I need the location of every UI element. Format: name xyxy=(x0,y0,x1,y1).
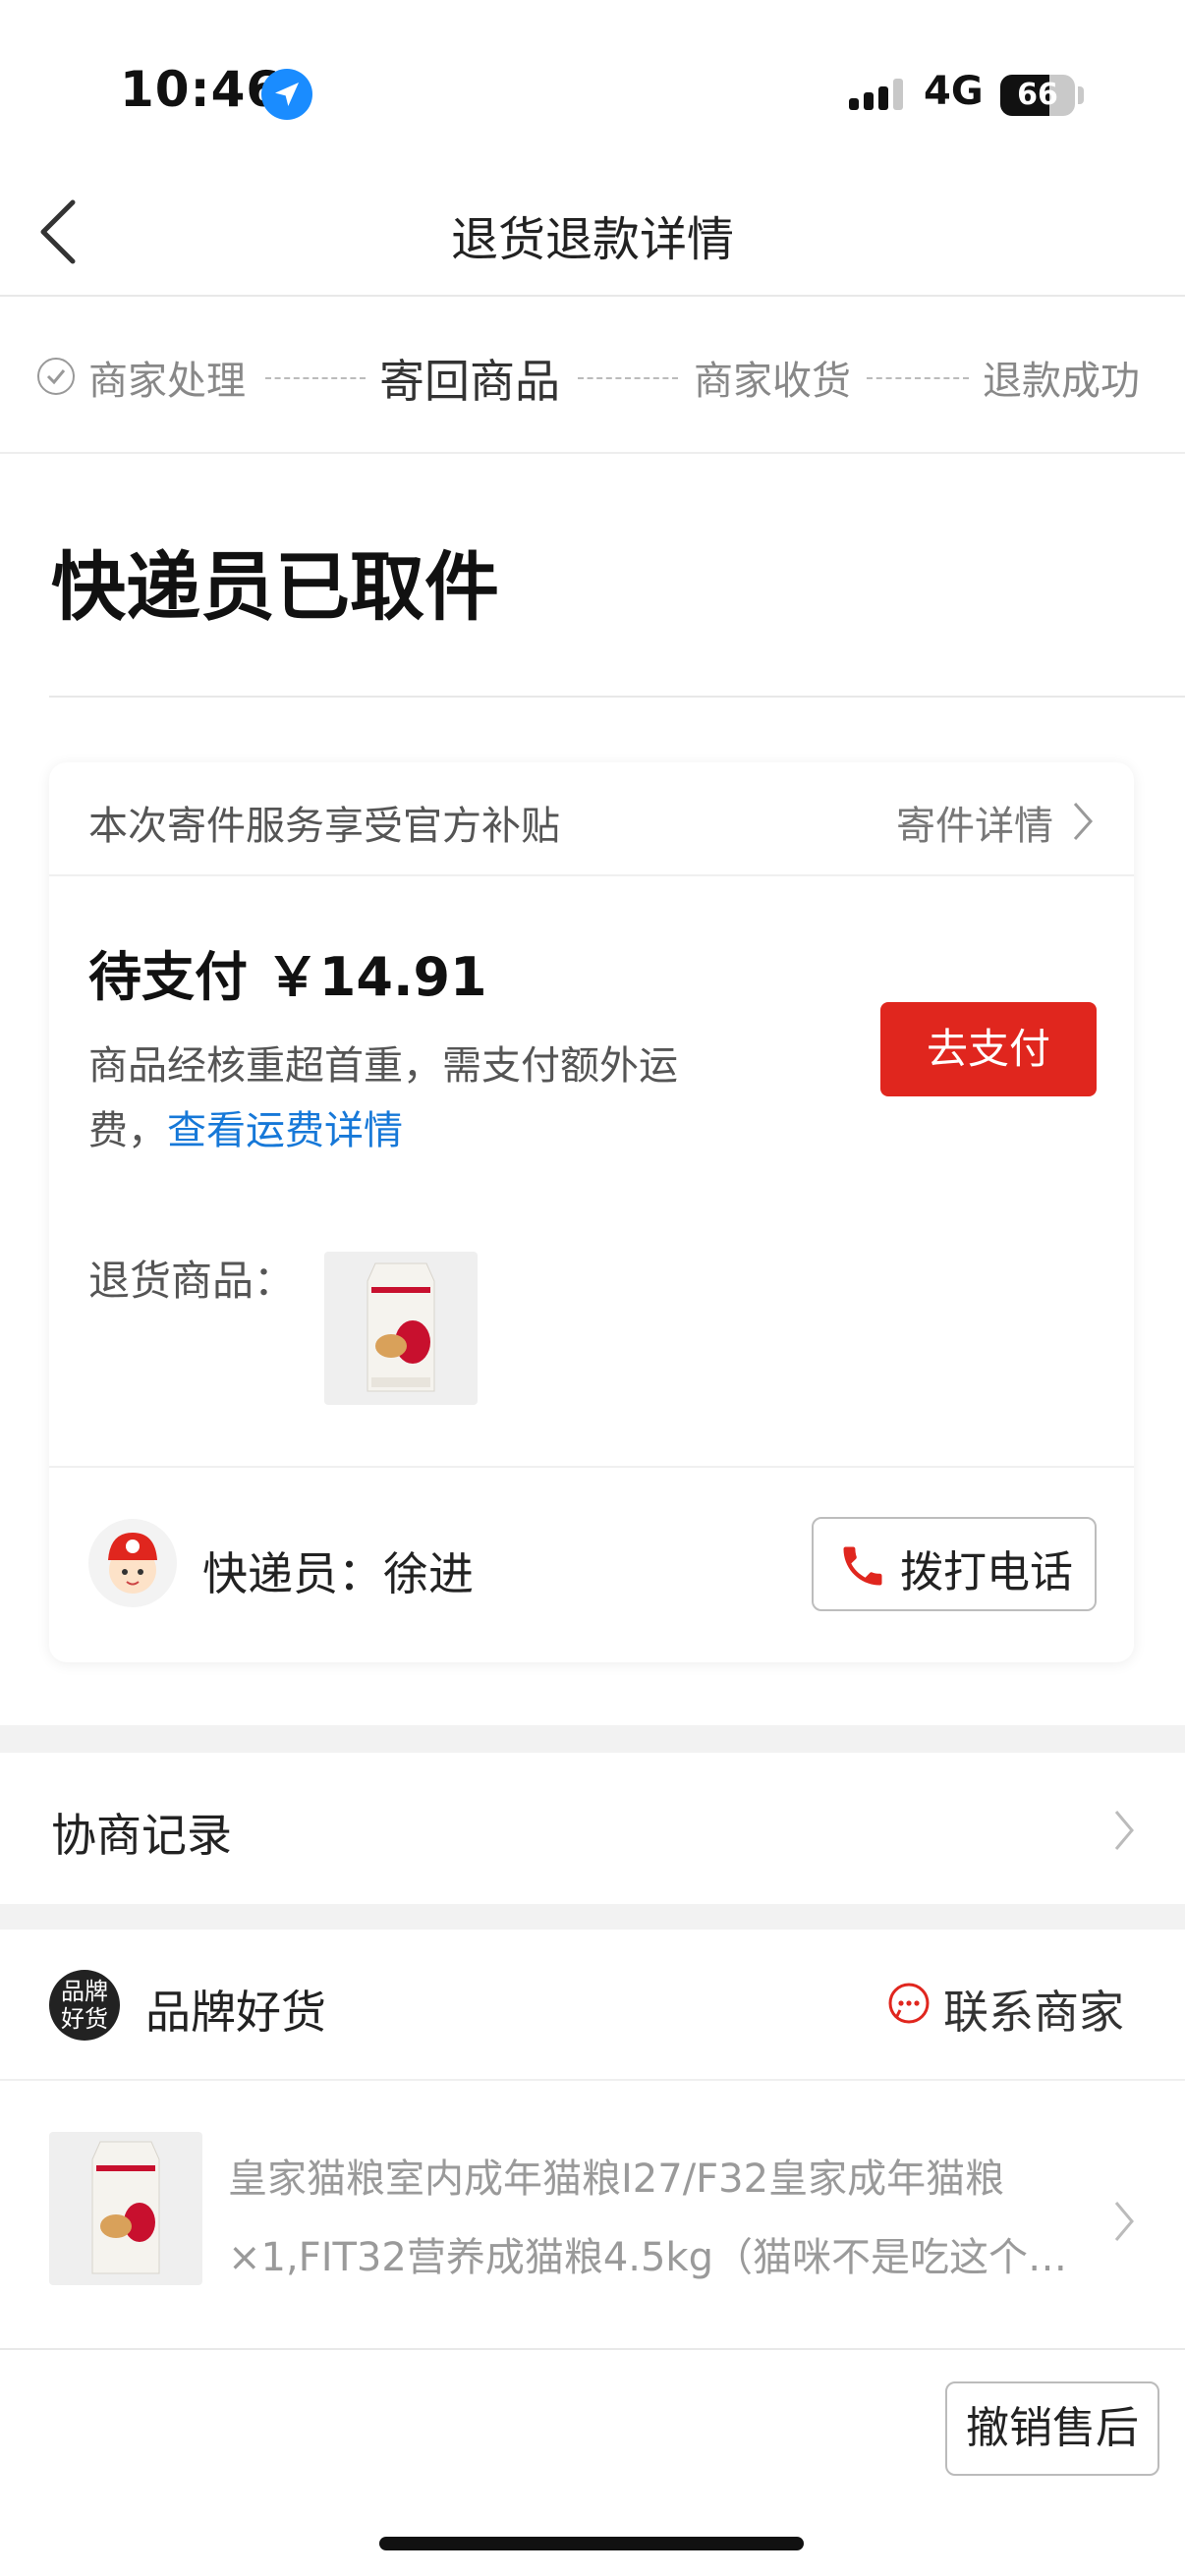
divider xyxy=(0,2079,1185,2081)
network-type: 4G xyxy=(924,69,984,114)
contact-merchant-link[interactable]: 联系商家 xyxy=(943,1977,1124,2042)
chevron-right-icon[interactable] xyxy=(1112,1808,1136,1853)
battery-icon: 66 xyxy=(1000,75,1075,116)
pay-description: 商品经核重超首重，需支付额外运费，查看运费详情 xyxy=(88,1034,737,1163)
battery-level: 66 xyxy=(1017,78,1058,112)
step-refund-success: 退款成功 xyxy=(983,359,1140,404)
phone-icon xyxy=(843,1546,882,1586)
status-time: 10:46 xyxy=(120,61,282,118)
battery-nub xyxy=(1078,86,1084,104)
product-thumbnail[interactable] xyxy=(49,2132,202,2285)
home-indicator xyxy=(379,2537,804,2550)
shop-avatar: 品牌 好货 xyxy=(49,1970,120,2041)
step-connector xyxy=(867,377,969,379)
divider xyxy=(0,295,1185,297)
call-button[interactable]: 拨打电话 xyxy=(812,1517,1097,1611)
step-merchant-process: 商家处理 xyxy=(88,359,246,404)
section-separator xyxy=(0,1725,1185,1753)
status-title: 快递员已取件 xyxy=(51,543,499,631)
page-title: 退货退款详情 xyxy=(450,212,734,267)
divider xyxy=(0,452,1185,454)
courier-name: 快递员：徐进 xyxy=(202,1547,474,1600)
divider xyxy=(49,874,1134,876)
call-button-label: 拨打电话 xyxy=(900,1547,1073,1597)
cancel-after-sale-button[interactable]: 撤销售后 xyxy=(945,2381,1159,2476)
return-goods-label: 退货商品： xyxy=(88,1257,296,1305)
subsidy-text: 本次寄件服务享受官方补贴 xyxy=(88,804,560,849)
shipping-detail-link[interactable]: 寄件详情 xyxy=(896,794,1053,851)
pay-amount-title: 待支付 ￥14.91 xyxy=(88,946,487,1008)
divider xyxy=(49,696,1185,698)
location-arrow-icon xyxy=(261,69,312,120)
step-connector xyxy=(578,377,678,379)
divider xyxy=(0,2348,1185,2350)
chevron-right-icon[interactable] xyxy=(1071,800,1095,843)
chevron-right-icon[interactable] xyxy=(1112,2199,1136,2244)
product-name-line2[interactable]: ×1,FIT32营养成猫粮4.5kg（猫咪不是吃这个… xyxy=(228,2209,1073,2307)
courier-avatar xyxy=(88,1519,177,1607)
check-circle-icon xyxy=(37,358,75,395)
shop-name[interactable]: 品牌好货 xyxy=(145,1977,326,2042)
step-merchant-receive: 商家收货 xyxy=(694,359,851,404)
chat-icon[interactable] xyxy=(886,1981,931,2026)
pay-button[interactable]: 去支付 xyxy=(880,1002,1097,1096)
step-connector xyxy=(265,377,366,379)
signal-icon xyxy=(849,79,903,110)
negotiation-record-label[interactable]: 协商记录 xyxy=(51,1800,232,1865)
section-separator xyxy=(0,1904,1185,1930)
product-thumbnail[interactable] xyxy=(324,1252,478,1405)
step-send-back: 寄回商品 xyxy=(379,355,560,408)
divider xyxy=(49,1466,1134,1468)
shipping-fee-link[interactable]: 查看运费详情 xyxy=(167,1108,403,1153)
